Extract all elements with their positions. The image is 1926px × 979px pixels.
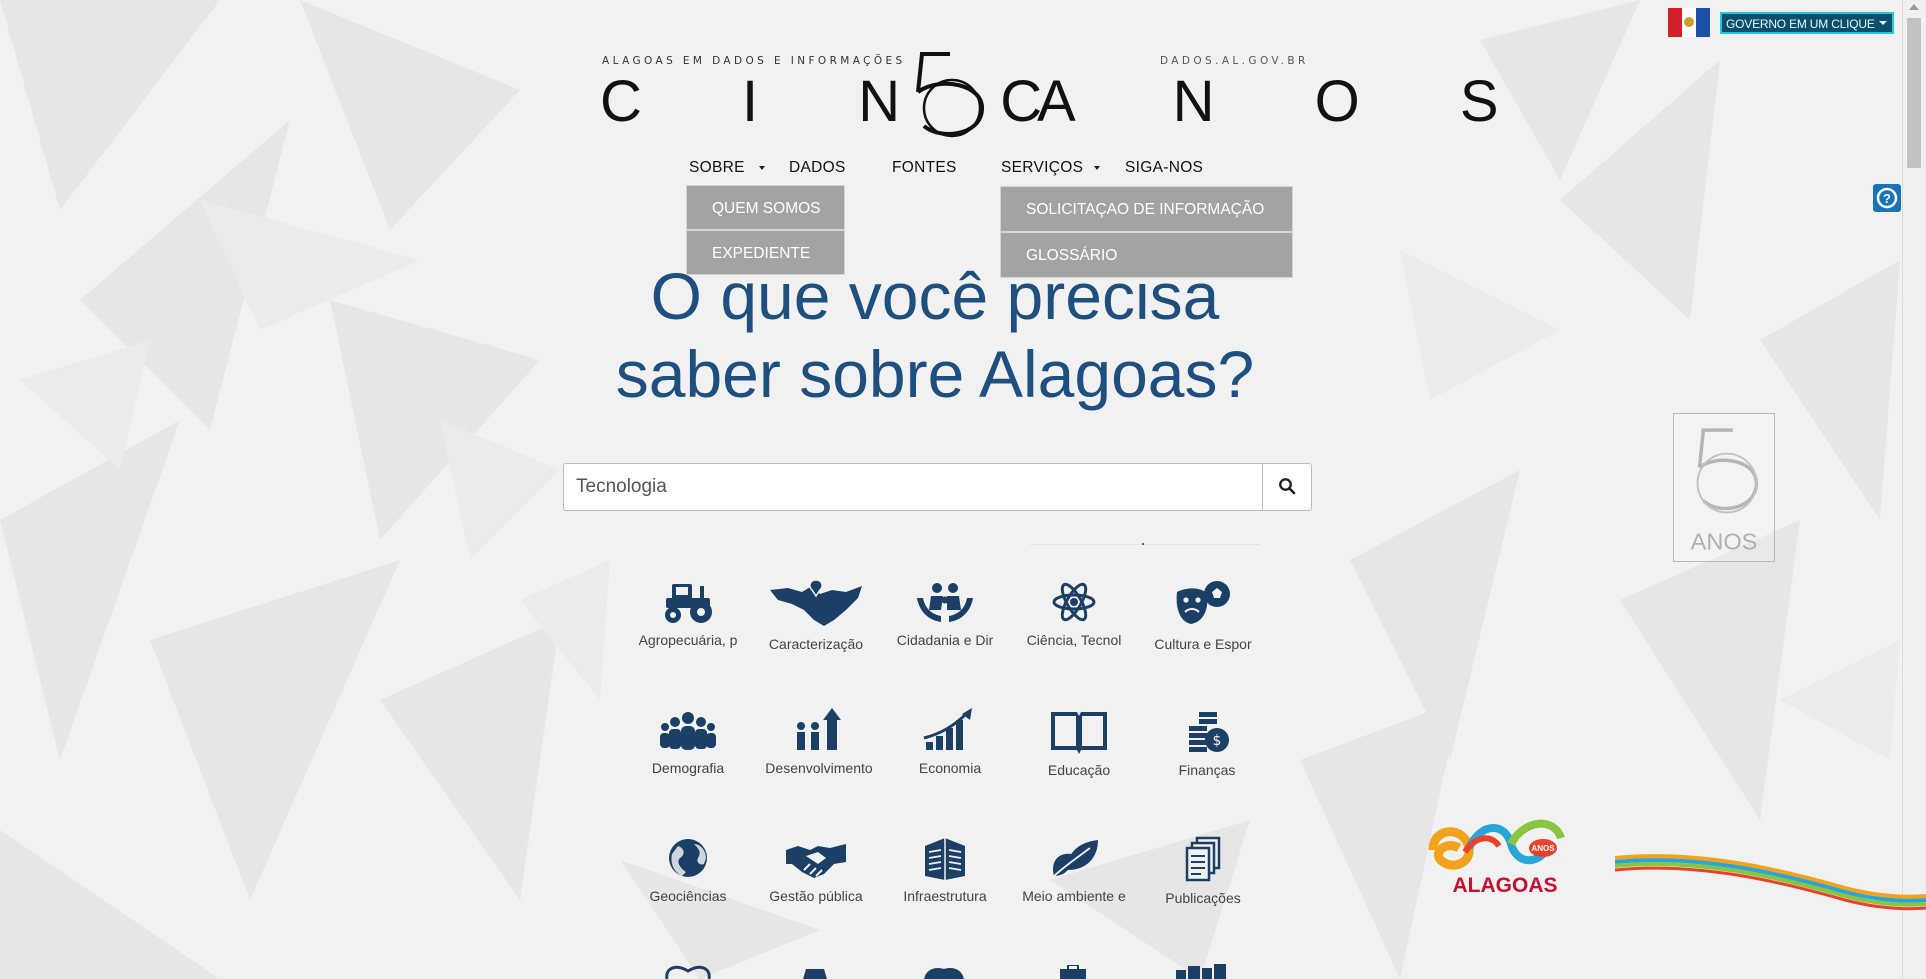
category-label: Publicações bbox=[1165, 890, 1241, 906]
site-url: DADOS.AL.GOV.BR bbox=[1160, 55, 1309, 67]
hero-heading-line2: saber sobre Alagoas? bbox=[615, 337, 1255, 411]
category-cidadania[interactable]: Cidadania e Dir bbox=[881, 580, 1009, 648]
badge-label: ANOS bbox=[1691, 529, 1758, 555]
menu-solicitacao-informacao[interactable]: SOLICITAÇAO DE INFORMAÇÃO bbox=[1000, 186, 1293, 232]
search-dot bbox=[1142, 543, 1144, 545]
rising-chart-icon bbox=[923, 708, 972, 750]
nav-dados[interactable]: DADOS bbox=[789, 159, 846, 177]
category-label: Gestão pública bbox=[769, 888, 863, 904]
category-label: Desenvolvimento bbox=[765, 760, 873, 776]
growth-people-icon bbox=[797, 708, 841, 750]
category-label: Cidadania e Dir bbox=[896, 632, 994, 648]
search-icon bbox=[1279, 477, 1296, 494]
globe-icon bbox=[669, 839, 707, 877]
category-demografia[interactable]: Demografia bbox=[624, 710, 752, 776]
category-label: Educação bbox=[1047, 762, 1111, 778]
scroll-thumb[interactable] bbox=[1907, 18, 1921, 168]
category-financas[interactable]: $ Finanças bbox=[1143, 708, 1271, 778]
category-educacao[interactable]: Educação bbox=[1015, 708, 1143, 778]
people-group-icon bbox=[660, 712, 716, 750]
category-label: Finanças bbox=[1178, 762, 1236, 778]
category-gestao-publica[interactable]: Gestão pública bbox=[752, 836, 880, 904]
family-hands-icon bbox=[917, 583, 973, 622]
svg-text:$: $ bbox=[1213, 733, 1222, 749]
category-meio-ambiente[interactable]: Meio ambiente e bbox=[1010, 836, 1138, 904]
svg-text:?: ? bbox=[1883, 191, 1891, 206]
caret-down-icon bbox=[1879, 21, 1887, 25]
category-agropecuaria[interactable]: Agropecuária, p bbox=[624, 580, 752, 648]
category-publicacoes[interactable]: Publicações bbox=[1139, 836, 1267, 906]
nav-siga-nos[interactable]: SIGA-NOS bbox=[1125, 159, 1203, 177]
nav-sobre[interactable]: SOBRE bbox=[689, 159, 745, 177]
search-button[interactable] bbox=[1262, 463, 1312, 511]
category-caracterizacao[interactable]: Caracterização bbox=[752, 580, 880, 652]
category-ciencia[interactable]: Ciência, Tecnol bbox=[1010, 580, 1138, 648]
logo-word-right: A N O S bbox=[1037, 69, 1541, 134]
menu-quem-somos[interactable]: QUEM SOMOS bbox=[686, 185, 845, 230]
nav-fontes[interactable]: FONTES bbox=[892, 159, 957, 177]
help-icon[interactable]: ? bbox=[1873, 184, 1901, 212]
logo-word-left: C I N C bbox=[600, 69, 1085, 134]
scroll-up-arrow-icon[interactable] bbox=[1909, 4, 1919, 10]
logo-five-icon bbox=[916, 52, 985, 138]
handshake-icon bbox=[786, 844, 846, 878]
category-label: Ciência, Tecnol bbox=[1026, 632, 1122, 648]
menu-expediente[interactable]: EXPEDIENTE bbox=[686, 230, 845, 275]
category-label: Caracterização bbox=[768, 636, 864, 652]
category-label: Cultura e Espor bbox=[1154, 636, 1252, 652]
alagoas-200-anos-logo[interactable]: ANOS ALAGOAS bbox=[1425, 812, 1585, 902]
category-label: Economia bbox=[918, 760, 982, 776]
leaves-icon bbox=[1051, 840, 1098, 879]
search-divider bbox=[1030, 544, 1260, 545]
sobre-caret-icon bbox=[759, 166, 765, 170]
category-economia[interactable]: Economia bbox=[886, 708, 1014, 776]
category-infraestrutura[interactable]: Infraestrutura bbox=[881, 836, 1009, 904]
category-desenvolvimento[interactable]: Desenvolvimento bbox=[755, 708, 883, 776]
category-cultura[interactable]: Cultura e Espor bbox=[1139, 580, 1267, 652]
category-label: Agropecuária, p bbox=[638, 632, 738, 648]
category-label: Geociências bbox=[649, 888, 727, 904]
tractor-icon bbox=[665, 584, 712, 623]
site-tagline: ALAGOAS EM DADOS E INFORMAÇÕES bbox=[602, 55, 906, 67]
documents-icon bbox=[1185, 836, 1221, 882]
buildings-icon bbox=[925, 838, 965, 880]
logo-alagoas-text: ALAGOAS bbox=[1453, 874, 1558, 897]
open-book-icon bbox=[1051, 712, 1107, 754]
coins-icon: $ bbox=[1189, 712, 1229, 752]
menu-glossario[interactable]: GLOSSÁRIO bbox=[1000, 232, 1293, 278]
vertical-scrollbar[interactable] bbox=[1902, 0, 1926, 979]
servicos-caret-icon bbox=[1094, 166, 1100, 170]
masks-ball-icon bbox=[1176, 581, 1230, 624]
alagoas-flag-icon[interactable] bbox=[1668, 8, 1710, 37]
atom-icon bbox=[1052, 582, 1096, 622]
category-label: Infraestrutura bbox=[903, 888, 987, 904]
decorative-wave bbox=[1615, 854, 1926, 911]
gov-one-click-button[interactable]: GOVERNO EM UM CLIQUE bbox=[1720, 12, 1894, 34]
category-label: Meio ambiente e bbox=[1022, 888, 1126, 904]
category-label: Demografia bbox=[651, 760, 725, 776]
gov-one-click-label: GOVERNO EM UM CLIQUE bbox=[1726, 17, 1875, 31]
search-input[interactable] bbox=[563, 463, 1263, 511]
five-years-badge[interactable]: ANOS bbox=[1673, 413, 1775, 562]
category-geociencias[interactable]: Geociências bbox=[624, 836, 752, 904]
nav-servicos[interactable]: SERVIÇOS bbox=[1001, 159, 1083, 177]
logo-anos-text: ANOS bbox=[1531, 844, 1555, 853]
alagoas-map-icon bbox=[770, 580, 862, 626]
